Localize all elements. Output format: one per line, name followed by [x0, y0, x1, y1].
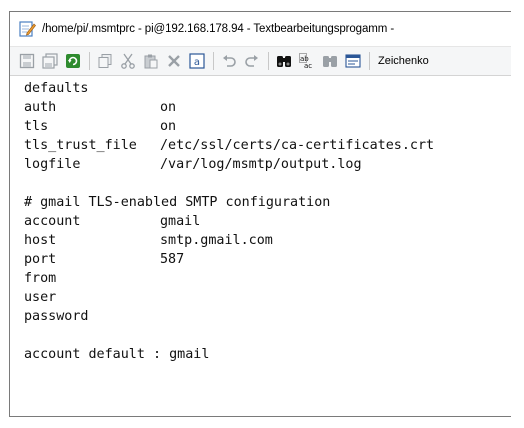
- editor-window: /home/pi/.msmtprc - pi@192.168.178.94 - …: [9, 11, 511, 417]
- editor-line: auth on: [24, 98, 511, 117]
- config-key: host: [24, 233, 57, 248]
- text-editor-area[interactable]: defaults auth on tls on tls_trust_file/etc…: [10, 76, 511, 416]
- config-value: /var/log/msmtp/output.log: [160, 157, 362, 172]
- copy-icon[interactable]: [96, 52, 114, 70]
- save-icon[interactable]: [18, 52, 36, 70]
- config-key: from: [24, 271, 57, 286]
- toolbar-separator: [89, 52, 90, 70]
- editor-line: defaults: [24, 79, 511, 98]
- go-to-line-icon[interactable]: [344, 52, 362, 70]
- config-key: tls_trust_file: [24, 138, 137, 153]
- find-icon[interactable]: [275, 52, 293, 70]
- editor-line-empty: [24, 174, 511, 193]
- select-all-icon[interactable]: a: [188, 52, 206, 70]
- editor-line: account gmail: [24, 212, 511, 231]
- config-value: smtp.gmail.com: [160, 233, 273, 248]
- toolbar-separator: [268, 52, 269, 70]
- window-title: /home/pi/.msmtprc - pi@192.168.178.94 - …: [42, 23, 395, 35]
- title-bar[interactable]: /home/pi/.msmtprc - pi@192.168.178.94 - …: [10, 12, 511, 46]
- config-value: on: [160, 119, 177, 134]
- config-key: auth: [24, 100, 57, 115]
- toolbar-separator: [213, 52, 214, 70]
- editor-line: tls_trust_file/etc/ssl/certs/ca-certific…: [24, 136, 511, 155]
- editor-line-comment: # gmail TLS-enabled SMTP configuration: [24, 193, 511, 212]
- config-key: password: [24, 309, 89, 324]
- editor-line: port 587: [24, 250, 511, 269]
- editor-line: user: [24, 288, 511, 307]
- config-key: logfile: [24, 157, 81, 172]
- config-key: port: [24, 252, 57, 267]
- reload-icon[interactable]: [64, 52, 82, 70]
- config-value: on: [160, 100, 177, 115]
- config-value: 587: [160, 252, 185, 267]
- toolbar: a ab ac Zeichenko: [10, 46, 511, 76]
- cut-icon[interactable]: [119, 52, 137, 70]
- editor-line: account default : gmail: [24, 345, 511, 364]
- config-key: tls: [24, 119, 49, 134]
- redo-icon[interactable]: [243, 52, 261, 70]
- edit-document-icon: [18, 20, 36, 38]
- editor-line: logfile/var/log/msmtp/output.log: [24, 155, 511, 174]
- paste-icon[interactable]: [142, 52, 160, 70]
- svg-text:ac: ac: [304, 62, 312, 69]
- config-key: account default : gmail: [24, 347, 210, 362]
- save-all-icon[interactable]: [41, 52, 59, 70]
- toolbar-separator: [369, 52, 370, 70]
- config-key: defaults: [24, 81, 89, 96]
- find-next-icon[interactable]: [321, 52, 339, 70]
- config-key: account: [24, 214, 81, 229]
- editor-line: from: [24, 269, 511, 288]
- delete-icon[interactable]: [165, 52, 183, 70]
- undo-icon[interactable]: [220, 52, 238, 70]
- svg-text:a: a: [194, 57, 200, 68]
- editor-line: password: [24, 307, 511, 326]
- replace-icon[interactable]: ab ac: [298, 52, 316, 70]
- encoding-menu-label[interactable]: Zeichenko: [378, 55, 429, 67]
- editor-line: host smtp.gmail.com: [24, 231, 511, 250]
- config-comment: # gmail TLS-enabled SMTP configuration: [24, 195, 331, 210]
- editor-line: tls on: [24, 117, 511, 136]
- config-value: gmail: [160, 214, 201, 229]
- config-value: /etc/ssl/certs/ca-certificates.crt: [160, 138, 435, 153]
- config-key: user: [24, 290, 57, 305]
- editor-line-empty: [24, 326, 511, 345]
